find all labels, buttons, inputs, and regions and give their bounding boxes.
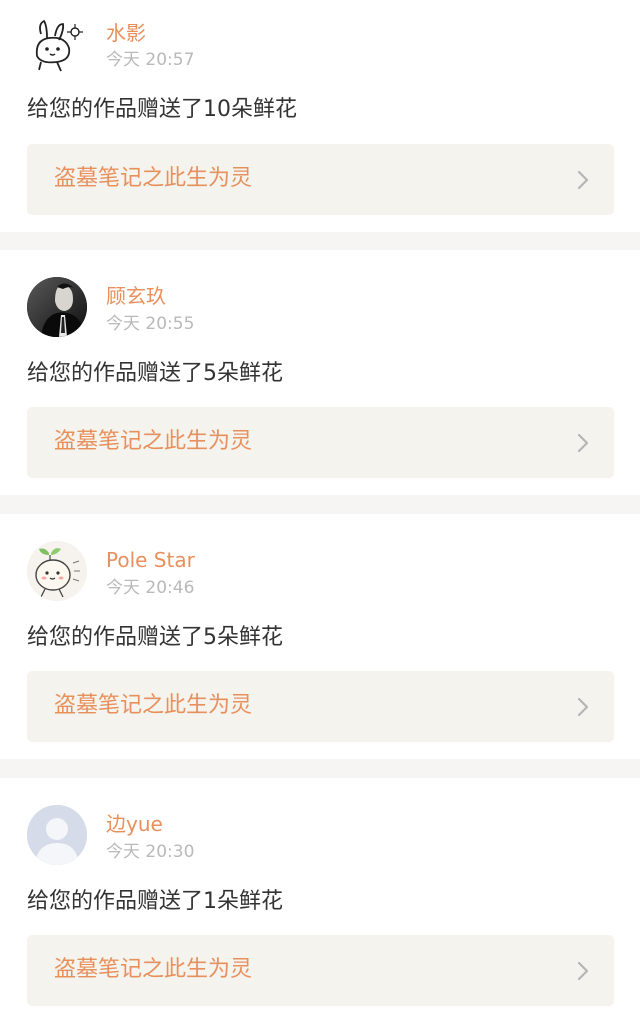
chevron-right-icon (576, 961, 590, 981)
work-title: 盗墓笔记之此生为灵 (54, 693, 253, 718)
notification-card: 边yue 今天 20:30 给您的作品赠送了1朵鲜花 盗墓笔记之此生为灵 (0, 778, 640, 1015)
work-title: 盗墓笔记之此生为灵 (54, 166, 253, 191)
timestamp: 今天 20:55 (106, 314, 195, 334)
user-avatar[interactable] (27, 541, 87, 601)
gift-message: 给您的作品赠送了5朵鲜花 (27, 625, 283, 650)
work-link[interactable]: 盗墓笔记之此生为灵 (27, 407, 614, 478)
username[interactable]: Pole Star (106, 548, 195, 572)
chevron-right-icon (576, 697, 590, 717)
timestamp: 今天 20:46 (106, 578, 195, 598)
sprout-character-icon (27, 541, 87, 601)
username[interactable]: 边yue (106, 812, 163, 836)
timestamp: 今天 20:57 (106, 50, 195, 70)
user-avatar[interactable] (27, 277, 87, 337)
user-avatar[interactable] (27, 805, 87, 865)
work-title: 盗墓笔记之此生为灵 (54, 957, 253, 982)
gift-message: 给您的作品赠送了10朵鲜花 (27, 97, 297, 122)
default-user-icon (27, 805, 87, 865)
notification-card: Pole Star 今天 20:46 给您的作品赠送了5朵鲜花 盗墓笔记之此生为… (0, 514, 640, 759)
user-avatar[interactable] (27, 16, 87, 76)
work-title: 盗墓笔记之此生为灵 (54, 429, 253, 454)
rabbit-doodle-icon (27, 16, 87, 76)
notification-card: 水影 今天 20:57 给您的作品赠送了10朵鲜花 盗墓笔记之此生为灵 (0, 0, 640, 232)
notification-card: 顾玄玖 今天 20:55 给您的作品赠送了5朵鲜花 盗墓笔记之此生为灵 (0, 250, 640, 495)
work-link[interactable]: 盗墓笔记之此生为灵 (27, 144, 614, 215)
gift-message: 给您的作品赠送了1朵鲜花 (27, 889, 283, 914)
chevron-right-icon (576, 433, 590, 453)
username[interactable]: 顾玄玖 (106, 284, 166, 308)
man-in-suit-icon (27, 277, 87, 337)
work-link[interactable]: 盗墓笔记之此生为灵 (27, 935, 614, 1006)
username[interactable]: 水影 (106, 21, 146, 45)
gift-message: 给您的作品赠送了5朵鲜花 (27, 361, 283, 386)
work-link[interactable]: 盗墓笔记之此生为灵 (27, 671, 614, 742)
timestamp: 今天 20:30 (106, 842, 195, 862)
chevron-right-icon (576, 170, 590, 190)
